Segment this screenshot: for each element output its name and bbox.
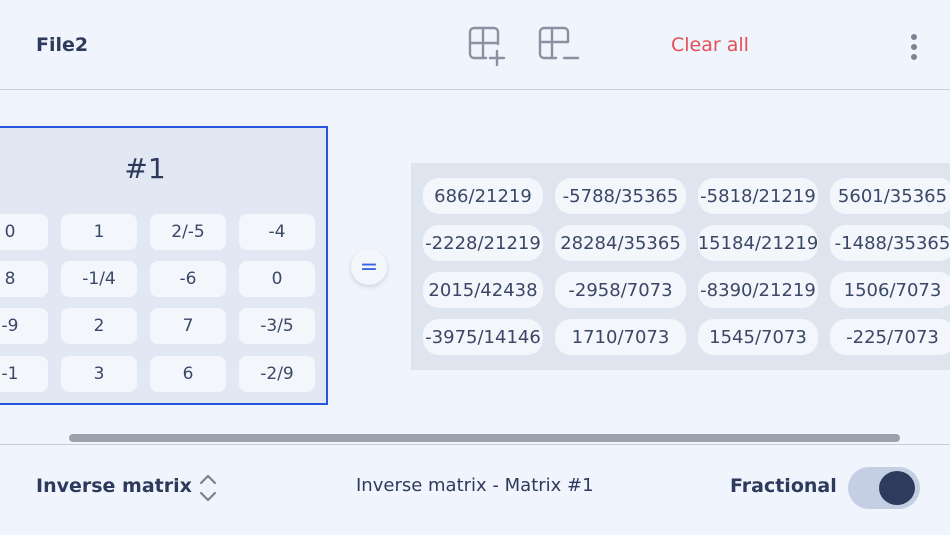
- matrix-cell[interactable]: 7: [150, 308, 226, 344]
- result-cell: -3975/14146: [423, 319, 543, 355]
- result-cell: 686/21219: [423, 178, 543, 214]
- result-cell: -225/7073: [830, 319, 950, 355]
- toggle-knob: [879, 471, 915, 505]
- matrix-cell[interactable]: 0: [0, 214, 48, 250]
- clear-all-button[interactable]: Clear all: [671, 34, 749, 56]
- more-options-button[interactable]: [902, 30, 926, 64]
- fractional-label: Fractional: [730, 475, 837, 497]
- operation-select[interactable]: Inverse matrix: [36, 475, 192, 497]
- result-cell: -1488/35365: [830, 225, 950, 261]
- matrix-cell[interactable]: -4: [239, 214, 315, 250]
- result-cell: -2958/7073: [555, 272, 686, 308]
- matrix-cell[interactable]: -9: [0, 308, 48, 344]
- result-cell: 2015/42438: [423, 272, 543, 308]
- result-cell: 1710/7073: [555, 319, 686, 355]
- chevron-up-down-icon: [199, 474, 217, 502]
- remove-matrix-button[interactable]: [536, 24, 580, 68]
- operation-chevron-button[interactable]: [196, 471, 220, 505]
- bottom-bar: Inverse matrix Inverse matrix - Matrix #…: [0, 444, 950, 535]
- add-matrix-button[interactable]: [464, 24, 508, 68]
- matrix-cell[interactable]: -6: [150, 261, 226, 297]
- matrix-cell[interactable]: 0: [239, 261, 315, 297]
- matrix-cell[interactable]: -2/9: [239, 356, 315, 392]
- result-panel: 686/21219 -5788/35365 -5818/21219 5601/3…: [411, 163, 950, 370]
- matrix-cell[interactable]: 2/-5: [150, 214, 226, 250]
- top-bar: File2 Clear all: [0, 0, 950, 90]
- operation-description: Inverse matrix - Matrix #1: [356, 475, 594, 496]
- result-cell: 15184/21219: [698, 225, 818, 261]
- result-cell: -2228/21219: [423, 225, 543, 261]
- matrix-cell[interactable]: 6: [150, 356, 226, 392]
- horizontal-scrollbar[interactable]: [69, 434, 900, 442]
- fractional-toggle[interactable]: [848, 467, 920, 509]
- matrix-panel[interactable]: #1 0 1 2/-5 -4 8 -1/4 -6 0 -9 2 7 -3/5 -…: [0, 126, 328, 405]
- result-cell: 28284/35365: [555, 225, 686, 261]
- grid-minus-icon: [538, 26, 580, 60]
- matrix-cell[interactable]: 2: [61, 308, 137, 344]
- result-cell: -8390/21219: [698, 272, 818, 308]
- matrix-cell[interactable]: -1: [0, 356, 48, 392]
- result-cell: 1506/7073: [830, 272, 950, 308]
- grid-plus-icon: [468, 26, 506, 67]
- result-cell: 1545/7073: [698, 319, 818, 355]
- matrix-title: #1: [124, 152, 166, 185]
- matrix-cell[interactable]: 1: [61, 214, 137, 250]
- matrix-cell[interactable]: 8: [0, 261, 48, 297]
- equals-button[interactable]: =: [351, 249, 387, 285]
- more-vertical-icon: [911, 34, 917, 40]
- file-name[interactable]: File2: [36, 34, 88, 56]
- result-cell: -5818/21219: [698, 178, 818, 214]
- result-cell: 5601/35365: [830, 178, 950, 214]
- matrix-cell[interactable]: -3/5: [239, 308, 315, 344]
- matrix-cell[interactable]: -1/4: [61, 261, 137, 297]
- result-cell: -5788/35365: [555, 178, 686, 214]
- matrix-cell[interactable]: 3: [61, 356, 137, 392]
